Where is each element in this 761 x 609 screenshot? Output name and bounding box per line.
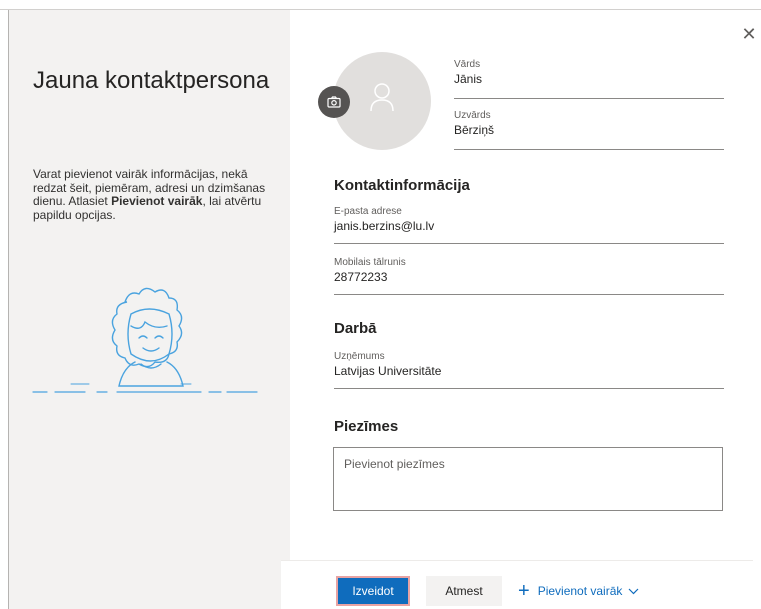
last-name-label: Uzvārds — [454, 110, 491, 121]
email-label: E-pasta adrese — [334, 206, 402, 217]
last-name-underline — [454, 149, 724, 150]
mobile-phone-field[interactable]: Mobilais tālrunis 28772233 — [334, 257, 724, 285]
contact-illustration — [32, 287, 258, 393]
email-underline — [334, 243, 724, 244]
dialog-info-panel: Jauna kontaktpersona Varat pievienot vai… — [9, 10, 290, 609]
dialog-description: Varat pievienot vairāk informācijas, nek… — [33, 167, 273, 222]
mobile-phone-label: Mobilais tālrunis — [334, 257, 406, 268]
dialog-title: Jauna kontaktpersona — [33, 67, 270, 94]
create-button[interactable]: Izveidot — [336, 576, 410, 606]
company-value[interactable]: Latvijas Universitāte — [334, 364, 724, 379]
company-label: Uzņēmums — [334, 351, 385, 362]
person-icon — [370, 83, 394, 112]
camera-glyph — [327, 96, 341, 108]
notes-heading: Piezīmes — [334, 418, 399, 435]
first-name-value[interactable]: Jānis — [454, 72, 724, 87]
notes-placeholder: Pievienot piezīmes — [344, 457, 445, 471]
close-icon[interactable]: ✕ — [737, 22, 761, 46]
add-more-button[interactable]: + Pievienot vairāk — [518, 576, 639, 606]
add-more-label: Pievienot vairāk — [537, 584, 623, 598]
first-name-field[interactable]: Vārds Jānis — [454, 59, 724, 87]
camera-icon[interactable] — [318, 86, 350, 118]
contact-info-heading: Kontaktinformācija — [334, 177, 470, 194]
first-name-label: Vārds — [454, 59, 481, 70]
description-bold-text: Pievienot vairāk — [111, 194, 203, 208]
background-window-edge — [0, 0, 761, 10]
discard-button[interactable]: Atmest — [426, 576, 502, 606]
company-field[interactable]: Uzņēmums Latvijas Universitāte — [334, 351, 724, 379]
email-value[interactable]: janis.berzins@lu.lv — [334, 219, 724, 234]
first-name-underline — [454, 98, 724, 99]
chevron-down-icon — [628, 584, 639, 598]
last-name-field[interactable]: Uzvārds Bērziņš — [454, 110, 724, 138]
plus-icon: + — [518, 580, 530, 602]
mobile-phone-value[interactable]: 28772233 — [334, 270, 724, 285]
notes-textarea[interactable]: Pievienot piezīmes — [333, 447, 723, 511]
last-name-value[interactable]: Bērziņš — [454, 123, 724, 138]
work-heading: Darbā — [334, 320, 377, 337]
email-field[interactable]: E-pasta adrese janis.berzins@lu.lv — [334, 206, 724, 234]
mobile-phone-underline — [334, 294, 724, 295]
company-underline — [334, 388, 724, 389]
